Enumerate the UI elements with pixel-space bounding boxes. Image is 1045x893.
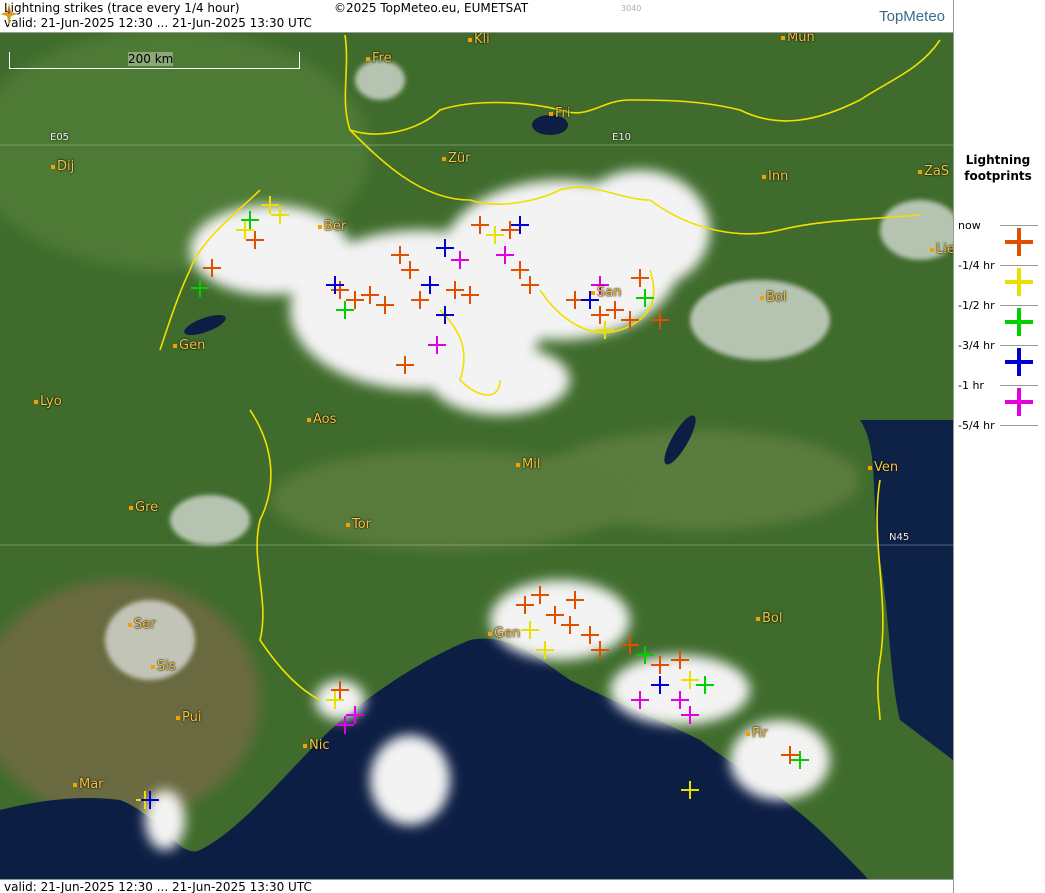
- city-label: Nic: [303, 738, 329, 753]
- city-label: Gen: [173, 338, 205, 353]
- legend-row: -1 hr: [958, 379, 1042, 419]
- legend-row: now: [958, 219, 1042, 259]
- city-label: Zür: [442, 151, 471, 166]
- city-label: Aos: [307, 412, 336, 427]
- city-label: Ber: [318, 219, 346, 234]
- city-label: Ven: [868, 460, 898, 475]
- scale-bar: 200 km: [9, 52, 300, 69]
- valid-range: valid: 21-Jun-2025 12:30 ... 21-Jun-2025…: [4, 16, 312, 30]
- city-label: Lyo: [34, 394, 62, 409]
- legend-row: -5/4 hr: [958, 419, 1042, 459]
- legend-row-label: -1 hr: [958, 379, 984, 392]
- city-label: Mar: [73, 777, 104, 792]
- legend-row: -1/2 hr: [958, 299, 1042, 339]
- legend-row-rule: [1000, 345, 1038, 346]
- compass-icon: [0, 3, 18, 25]
- city-label: Fre: [366, 51, 392, 66]
- legend-row-label: -5/4 hr: [958, 419, 995, 432]
- map-header: Lightning strikes (trace every 1/4 hour)…: [0, 0, 953, 33]
- legend-row-label: -3/4 hr: [958, 339, 995, 352]
- legend-row-rule: [1000, 265, 1038, 266]
- legend-row: -3/4 hr: [958, 339, 1042, 379]
- satellite-map: 200 km E05 E10 N45 Kli Mun Fre Fri Dij Zür Inn…: [0, 0, 953, 893]
- legend-cross-icon: [1005, 388, 1033, 416]
- city-label: Kli: [468, 32, 490, 47]
- map-footer: valid: 21-Jun-2025 12:30 ... 21-Jun-2025…: [0, 879, 953, 893]
- legend-row-label: -1/4 hr: [958, 259, 995, 272]
- grid-label-e05: E05: [50, 132, 70, 143]
- legend-row-rule: [1000, 385, 1038, 386]
- legend-row-rule: [1000, 225, 1038, 226]
- city-label: Ser: [128, 617, 156, 632]
- legend-panel: Lightning footprints now -1/4 hr -1/2 hr -3…: [953, 0, 1045, 893]
- legend-title: Lightning footprints: [954, 152, 1042, 184]
- legend-cross-icon: [1005, 228, 1033, 256]
- city-label: Inn: [762, 169, 788, 184]
- city-label: Mil: [516, 457, 540, 472]
- city-label: Pui: [176, 710, 201, 725]
- topmeteo-logo[interactable]: TopMeteo: [879, 8, 945, 25]
- city-label: Sis: [151, 659, 176, 674]
- city-label: Dij: [51, 159, 74, 174]
- map-title: Lightning strikes (trace every 1/4 hour): [4, 1, 240, 15]
- grid-label-e10: E10: [612, 132, 632, 143]
- city-label: Bol: [760, 290, 786, 305]
- city-label: Gen: [488, 626, 520, 641]
- city-label: Bol: [756, 611, 782, 626]
- legend-row-rule: [1000, 425, 1038, 426]
- map-background: [0, 0, 953, 893]
- legend-row-label: now: [958, 219, 981, 232]
- city-label: ZaS: [918, 164, 949, 179]
- city-label: Lie: [930, 242, 953, 257]
- po-valley-west: [270, 450, 630, 550]
- legend-cross-icon: [1005, 348, 1033, 376]
- image-code: 3040: [621, 4, 642, 13]
- legend-row: -1/4 hr: [958, 259, 1042, 299]
- scale-label: 200 km: [128, 52, 174, 66]
- grid-label-n45: N45: [889, 532, 910, 543]
- legend-title-line1: Lightning: [965, 153, 1031, 167]
- city-label: San: [591, 285, 621, 300]
- legend-cross-icon: [1005, 308, 1033, 336]
- copyright: ©2025 TopMeteo.eu, EUMETSAT: [334, 1, 529, 15]
- city-label: Fri: [549, 106, 571, 121]
- legend-cross-icon: [1005, 268, 1033, 296]
- city-label: Fir: [746, 726, 768, 741]
- city-label: Tor: [346, 517, 371, 532]
- legend-row-rule: [1000, 305, 1038, 306]
- legend-title-line2: footprints: [964, 169, 1032, 183]
- city-label: Gre: [129, 500, 158, 515]
- legend-row-label: -1/2 hr: [958, 299, 995, 312]
- footer-valid-range: valid: 21-Jun-2025 12:30 ... 21-Jun-2025…: [4, 880, 312, 893]
